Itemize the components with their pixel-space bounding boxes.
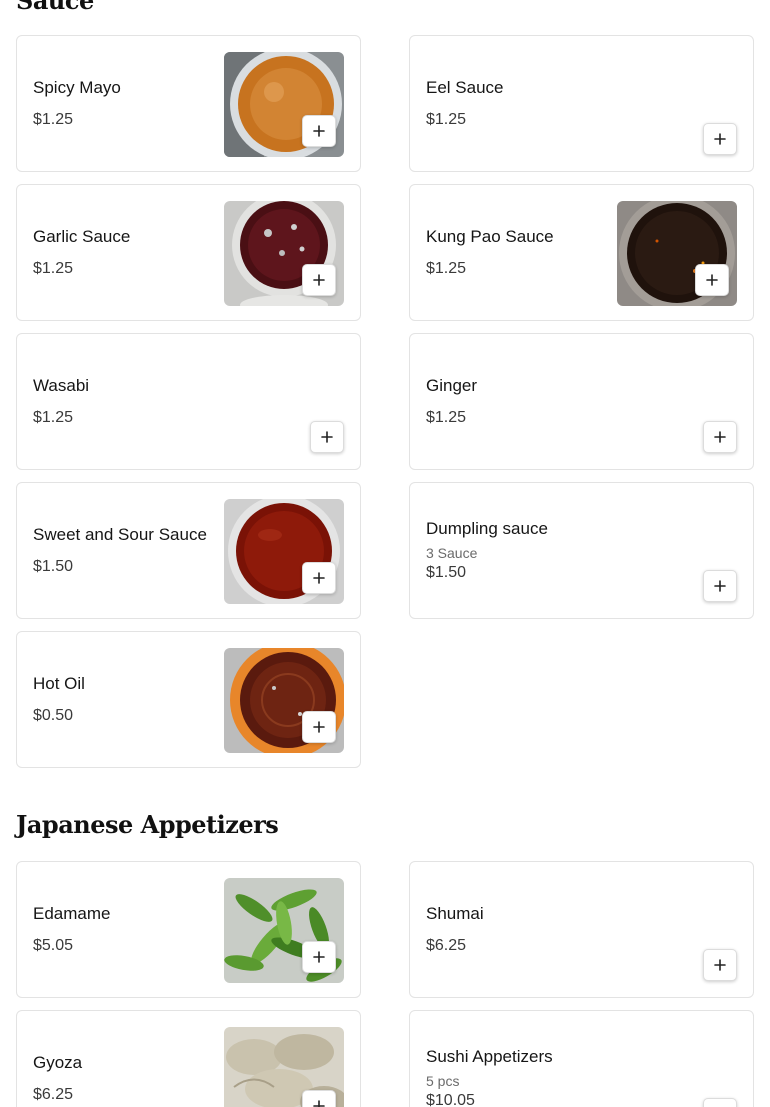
item-price: $1.25 (426, 260, 467, 277)
add-button[interactable] (302, 115, 336, 147)
menu-item-edamame[interactable]: Edamame $5.05 (16, 861, 361, 998)
item-image (224, 499, 344, 604)
item-image (224, 878, 344, 983)
plus-icon (313, 125, 325, 137)
menu-item-shumai[interactable]: Shumai $6.25 (409, 861, 754, 998)
item-name: Sushi Appetizers (426, 1047, 553, 1066)
plus-icon (714, 580, 726, 592)
section-title-japanese-appetizers: Japanese Appetizers (16, 810, 279, 839)
add-button[interactable] (302, 562, 336, 594)
item-name: Ginger (426, 376, 478, 395)
item-name: Hot Oil (33, 674, 85, 693)
plus-icon (321, 431, 333, 443)
menu-item-sushi-appetizers[interactable]: Sushi Appetizers 5 pcs $10.05 (409, 1010, 754, 1107)
item-price: $6.25 (33, 1086, 74, 1103)
item-name: Shumai (426, 904, 484, 923)
section-title-sauce: Sauce (16, 0, 94, 15)
add-button[interactable] (310, 421, 344, 453)
item-description: 5 pcs (426, 1073, 460, 1089)
plus-icon (313, 572, 325, 584)
add-button[interactable] (695, 264, 729, 296)
plus-icon (714, 431, 726, 443)
add-button[interactable] (703, 949, 737, 981)
item-price: $1.25 (426, 409, 467, 426)
item-name: Garlic Sauce (33, 227, 131, 246)
item-image (224, 1027, 344, 1107)
plus-icon (313, 1100, 325, 1107)
menu-item-garlic-sauce[interactable]: Garlic Sauce $1.25 (16, 184, 361, 321)
plus-icon (714, 959, 726, 971)
item-price: $1.50 (426, 564, 467, 581)
menu-item-eel-sauce[interactable]: Eel Sauce $1.25 (409, 35, 754, 172)
item-name: Eel Sauce (426, 78, 504, 97)
item-name: Sweet and Sour Sauce (33, 525, 207, 544)
item-price: $0.50 (33, 707, 74, 724)
menu-item-kung-pao-sauce[interactable]: Kung Pao Sauce $1.25 (409, 184, 754, 321)
item-price: $1.25 (33, 111, 74, 128)
add-button[interactable] (703, 570, 737, 602)
plus-icon (313, 721, 325, 733)
add-button[interactable] (302, 1090, 336, 1107)
add-button[interactable] (703, 123, 737, 155)
add-button[interactable] (302, 711, 336, 743)
item-image (224, 201, 344, 306)
item-price: $6.25 (426, 937, 467, 954)
plus-icon (313, 274, 325, 286)
menu-item-spicy-mayo[interactable]: Spicy Mayo $1.25 (16, 35, 361, 172)
item-name: Spicy Mayo (33, 78, 121, 97)
menu-item-dumpling-sauce[interactable]: Dumpling sauce 3 Sauce $1.50 (409, 482, 754, 619)
item-image (224, 648, 344, 753)
item-price: $5.05 (33, 937, 74, 954)
add-button[interactable] (302, 264, 336, 296)
menu-item-ginger[interactable]: Ginger $1.25 (409, 333, 754, 470)
item-price: $10.05 (426, 1092, 475, 1107)
add-button[interactable] (302, 941, 336, 973)
menu-item-wasabi[interactable]: Wasabi $1.25 (16, 333, 361, 470)
item-name: Edamame (33, 904, 111, 923)
item-price: $1.25 (33, 409, 74, 426)
menu-item-gyoza[interactable]: Gyoza $6.25 (16, 1010, 361, 1107)
item-image (617, 201, 737, 306)
plus-icon (714, 133, 726, 145)
item-name: Wasabi (33, 376, 90, 395)
item-price: $1.25 (33, 260, 74, 277)
item-name: Dumpling sauce (426, 519, 548, 538)
item-name: Gyoza (33, 1053, 83, 1072)
item-image (224, 52, 344, 157)
menu-item-sweet-and-sour-sauce[interactable]: Sweet and Sour Sauce $1.50 (16, 482, 361, 619)
menu-item-hot-oil[interactable]: Hot Oil $0.50 (16, 631, 361, 768)
plus-icon (313, 951, 325, 963)
item-description: 3 Sauce (426, 545, 478, 561)
add-button[interactable] (703, 1098, 737, 1107)
menu-page: Sauce Spicy Mayo $1.25 Eel Sauce $1.25 G… (0, 0, 770, 1107)
item-name: Kung Pao Sauce (426, 227, 554, 246)
plus-icon (706, 274, 718, 286)
item-price: $1.25 (426, 111, 467, 128)
item-price: $1.50 (33, 558, 74, 575)
add-button[interactable] (703, 421, 737, 453)
